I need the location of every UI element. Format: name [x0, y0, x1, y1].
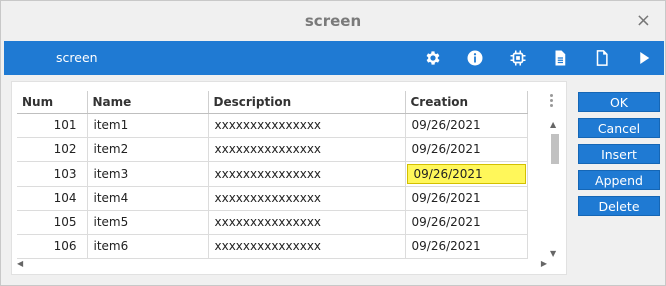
vertical-scrollbar[interactable]: ▲ ▼ — [548, 120, 562, 258]
table-panel: Num Name Description Creation 101 item1 … — [11, 81, 567, 275]
cell-creation[interactable]: 09/26/2021 — [405, 210, 528, 235]
cell-num[interactable]: 104 — [17, 186, 88, 211]
cell-name[interactable]: item2 — [87, 137, 209, 162]
cell-name[interactable]: item4 — [87, 186, 209, 211]
scroll-left-arrow-icon[interactable]: ◀ — [17, 259, 23, 268]
cell-creation[interactable]: 09/26/2021 — [405, 234, 528, 259]
table-row[interactable]: 101 item1 xxxxxxxxxxxxxxx 09/26/2021 — [17, 113, 528, 138]
column-header-description[interactable]: Description — [208, 91, 406, 114]
cell-num[interactable]: 103 — [17, 161, 88, 187]
cell-description[interactable]: xxxxxxxxxxxxxxx — [208, 186, 406, 211]
selected-cell-editor[interactable]: 09/26/2021 — [406, 163, 526, 184]
column-header-name[interactable]: Name — [87, 91, 209, 114]
cell-description[interactable]: xxxxxxxxxxxxxxx — [208, 210, 406, 235]
table-row[interactable]: 103 item3 xxxxxxxxxxxxxxx 09/26/2021 — [17, 161, 528, 187]
scroll-down-arrow-icon[interactable]: ▼ — [550, 249, 556, 258]
table-header-row: Num Name Description Creation — [17, 91, 528, 114]
vertical-scroll-thumb[interactable] — [551, 134, 559, 164]
table-row[interactable]: 104 item4 xxxxxxxxxxxxxxx 09/26/2021 — [17, 186, 528, 211]
cell-num[interactable]: 106 — [17, 234, 88, 259]
delete-button[interactable]: Delete — [578, 196, 660, 216]
cell-creation[interactable]: 09/26/2021 — [405, 186, 528, 211]
column-menu-icon[interactable] — [549, 94, 555, 110]
cell-creation-selected[interactable]: 09/26/2021 — [405, 161, 528, 187]
column-header-creation[interactable]: Creation — [405, 91, 528, 114]
cell-description[interactable]: xxxxxxxxxxxxxxx — [208, 137, 406, 162]
table-row[interactable]: 106 item6 xxxxxxxxxxxxxxx 09/26/2021 — [17, 234, 528, 259]
play-icon[interactable] — [635, 49, 653, 67]
info-icon[interactable] — [466, 49, 484, 67]
cell-description[interactable]: xxxxxxxxxxxxxxx — [208, 161, 406, 187]
table-row[interactable]: 105 item5 xxxxxxxxxxxxxxx 09/26/2021 — [17, 210, 528, 235]
close-icon[interactable]: × — [636, 10, 651, 31]
items-table: Num Name Description Creation 101 item1 … — [17, 91, 528, 259]
column-header-num[interactable]: Num — [17, 91, 88, 114]
cell-description[interactable]: xxxxxxxxxxxxxxx — [208, 234, 406, 259]
cell-creation[interactable]: 09/26/2021 — [405, 137, 528, 162]
title-bar[interactable]: screen × — [1, 1, 665, 41]
insert-button[interactable]: Insert — [578, 144, 660, 164]
new-page-icon[interactable] — [593, 49, 611, 67]
cancel-button[interactable]: Cancel — [578, 118, 660, 138]
scroll-right-arrow-icon[interactable]: ▶ — [541, 259, 547, 268]
document-icon[interactable] — [551, 49, 569, 67]
cell-num[interactable]: 105 — [17, 210, 88, 235]
ok-button[interactable]: OK — [578, 92, 660, 112]
cell-creation[interactable]: 09/26/2021 — [405, 113, 528, 138]
append-button[interactable]: Append — [578, 170, 660, 190]
cell-name[interactable]: item5 — [87, 210, 209, 235]
cell-num[interactable]: 102 — [17, 137, 88, 162]
cell-description[interactable]: xxxxxxxxxxxxxxx — [208, 113, 406, 138]
toolbar: screen — [4, 41, 664, 75]
scroll-up-arrow-icon[interactable]: ▲ — [550, 120, 556, 129]
toolbar-title: screen — [56, 50, 98, 65]
chip-icon[interactable] — [509, 49, 527, 67]
cell-name[interactable]: item1 — [87, 113, 209, 138]
dialog-window: screen × screen Num Name Description Cre… — [0, 0, 666, 286]
cell-name[interactable]: item3 — [87, 161, 209, 187]
table-row[interactable]: 102 item2 xxxxxxxxxxxxxxx 09/26/2021 — [17, 137, 528, 162]
horizontal-scrollbar[interactable]: ◀ ▶ — [17, 259, 547, 272]
cell-num[interactable]: 101 — [17, 113, 88, 138]
cell-name[interactable]: item6 — [87, 234, 209, 259]
gear-icon[interactable] — [424, 49, 442, 67]
window-title: screen — [304, 12, 362, 30]
